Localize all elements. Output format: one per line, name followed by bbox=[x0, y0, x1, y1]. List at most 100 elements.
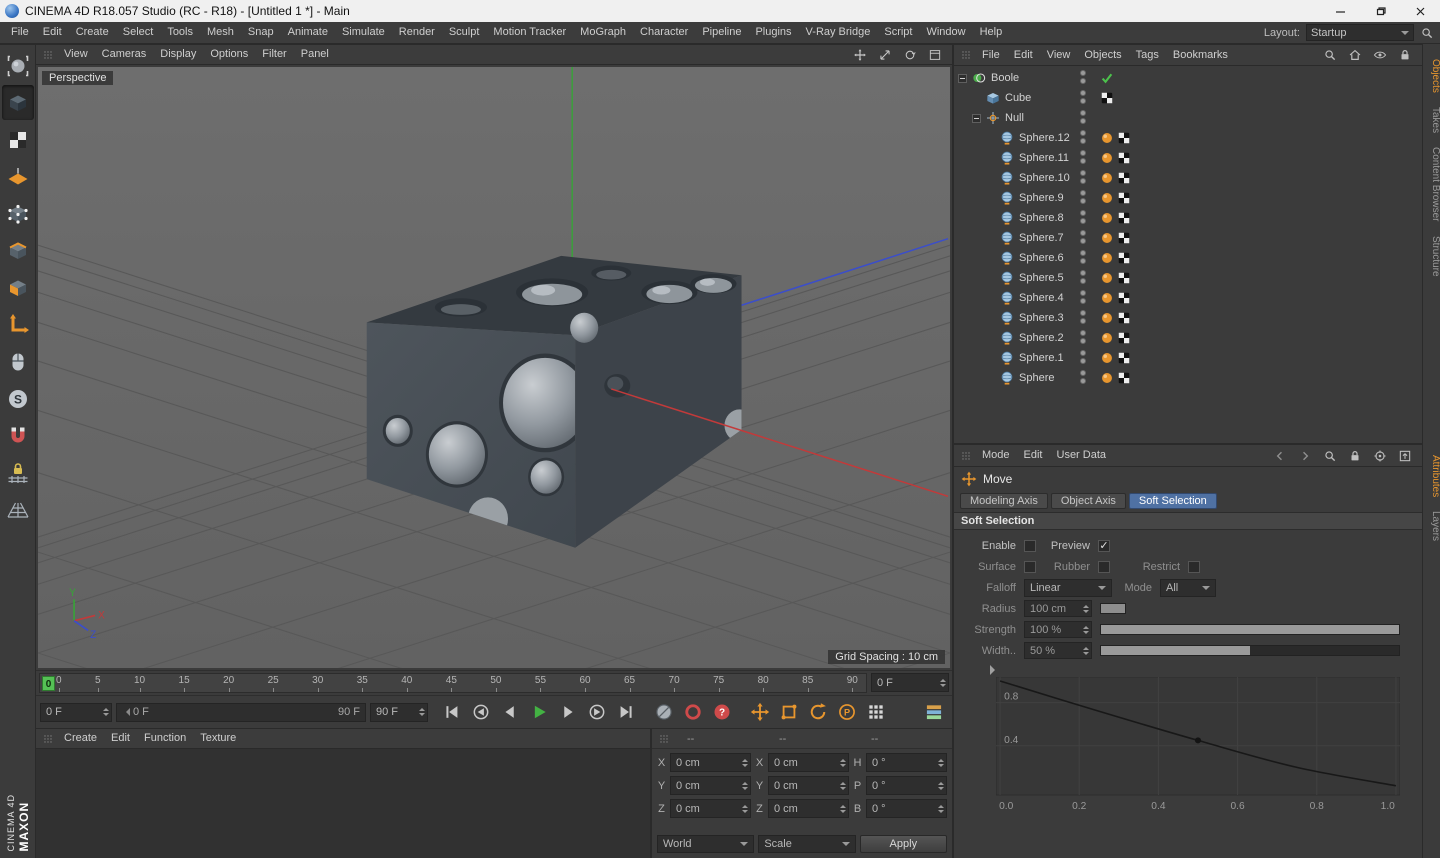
object-row-sphere-8[interactable]: Sphere.8 bbox=[954, 208, 1422, 228]
anim-autokey[interactable] bbox=[679, 699, 707, 726]
object-row-sphere-5[interactable]: Sphere.5 bbox=[954, 268, 1422, 288]
transport-prev-key[interactable] bbox=[467, 699, 495, 726]
phong-tag[interactable] bbox=[1100, 351, 1114, 365]
restrict-checkbox[interactable]: ✓ bbox=[1188, 560, 1200, 573]
om-menu-tags[interactable]: Tags bbox=[1129, 46, 1166, 65]
visibility-dots[interactable] bbox=[1080, 330, 1086, 344]
om-menu-file[interactable]: File bbox=[975, 46, 1007, 65]
texture-tag[interactable] bbox=[1117, 231, 1131, 245]
current-frame-field[interactable]: 0 F bbox=[40, 702, 112, 722]
object-row-sphere-4[interactable]: Sphere.4 bbox=[954, 288, 1422, 308]
side-tab-structure[interactable]: Structure bbox=[1423, 229, 1440, 284]
viewport-menu-cameras[interactable]: Cameras bbox=[95, 45, 154, 64]
visibility-dots[interactable] bbox=[1080, 70, 1086, 84]
spinner-arrows-icon[interactable] bbox=[1079, 623, 1089, 637]
viewport-dolly-view[interactable] bbox=[874, 46, 896, 64]
side-tab-objects[interactable]: Objects bbox=[1423, 52, 1440, 100]
current-frame-marker[interactable]: 0 bbox=[42, 676, 55, 691]
visibility-dots[interactable] bbox=[1080, 170, 1086, 184]
menu-edit[interactable]: Edit bbox=[36, 22, 69, 43]
visibility-dots[interactable] bbox=[1080, 250, 1086, 264]
palette-viewport-solo[interactable] bbox=[2, 344, 34, 379]
palette-model-mode[interactable] bbox=[1, 85, 34, 120]
menu-window[interactable]: Window bbox=[919, 22, 972, 43]
texture-tag[interactable] bbox=[1117, 291, 1131, 305]
phong-tag[interactable] bbox=[1100, 311, 1114, 325]
spinner-arrows-icon[interactable] bbox=[99, 705, 109, 719]
layout-select[interactable]: Startup bbox=[1306, 24, 1414, 41]
spinner-arrows-icon[interactable] bbox=[1079, 602, 1089, 616]
visibility-dots[interactable] bbox=[1080, 110, 1086, 124]
am-menu-user-data[interactable]: User Data bbox=[1050, 446, 1114, 465]
texture-tag[interactable] bbox=[1117, 351, 1131, 365]
phong-tag[interactable] bbox=[1100, 151, 1114, 165]
side-tab-content-browser[interactable]: Content Browser bbox=[1423, 140, 1440, 228]
menu-pipeline[interactable]: Pipeline bbox=[695, 22, 748, 43]
preview-checkbox[interactable]: ✓ bbox=[1098, 539, 1110, 552]
am-menu-mode[interactable]: Mode bbox=[975, 446, 1017, 465]
viewport-menu-view[interactable]: View bbox=[57, 45, 95, 64]
menu-select[interactable]: Select bbox=[116, 22, 161, 43]
spinner-arrows-icon[interactable] bbox=[836, 779, 846, 793]
material-menu-create[interactable]: Create bbox=[57, 729, 104, 748]
coord-header-[interactable]: -- bbox=[673, 733, 765, 745]
material-menu-texture[interactable]: Texture bbox=[193, 729, 243, 748]
visibility-dots[interactable] bbox=[1080, 370, 1086, 384]
end-frame-field[interactable]: 90 F bbox=[370, 702, 428, 722]
menu-tools[interactable]: Tools bbox=[160, 22, 200, 43]
object-row-cube[interactable]: Cube bbox=[954, 88, 1422, 108]
transport-prev-frame[interactable] bbox=[496, 699, 524, 726]
radius-slider[interactable] bbox=[1100, 603, 1126, 614]
panel-handle-icon[interactable] bbox=[658, 733, 670, 745]
anim-record-pla[interactable] bbox=[862, 699, 890, 726]
palette-edges-mode[interactable] bbox=[2, 233, 34, 268]
visibility-dots[interactable] bbox=[1080, 210, 1086, 224]
phong-tag[interactable] bbox=[1100, 331, 1114, 345]
am-forward[interactable] bbox=[1294, 447, 1316, 465]
viewport-menu-display[interactable]: Display bbox=[153, 45, 203, 64]
visibility-dots[interactable] bbox=[1080, 290, 1086, 304]
menu-script[interactable]: Script bbox=[877, 22, 919, 43]
viewport-menu-filter[interactable]: Filter bbox=[255, 45, 293, 64]
om-search[interactable] bbox=[1319, 46, 1341, 64]
texture-tag[interactable] bbox=[1117, 211, 1131, 225]
viewport-label[interactable]: Perspective bbox=[42, 71, 114, 85]
texture-tag[interactable] bbox=[1117, 331, 1131, 345]
spinner-arrows-icon[interactable] bbox=[936, 676, 946, 690]
panel-handle-icon[interactable] bbox=[42, 49, 54, 61]
viewport-canvas[interactable]: Y XZ Perspective Grid Spacing : 10 cm bbox=[38, 67, 950, 668]
menu-sculpt[interactable]: Sculpt bbox=[442, 22, 487, 43]
palette-workplane-mode[interactable] bbox=[2, 159, 34, 194]
menu-help[interactable]: Help bbox=[973, 22, 1010, 43]
anim-key-presets[interactable] bbox=[920, 699, 948, 726]
object-row-boole[interactable]: Boole bbox=[954, 68, 1422, 88]
visibility-dots[interactable] bbox=[1080, 150, 1086, 164]
phong-tag[interactable] bbox=[1100, 211, 1114, 225]
spinner-arrows-icon[interactable] bbox=[415, 705, 425, 719]
panel-handle-icon[interactable] bbox=[960, 49, 972, 61]
close-button[interactable] bbox=[1400, 0, 1440, 22]
visibility-dots[interactable] bbox=[1080, 230, 1086, 244]
coord-header-[interactable]: -- bbox=[857, 733, 949, 745]
anim-question[interactable]: ? bbox=[708, 699, 736, 726]
frame-field[interactable]: 0 F bbox=[871, 673, 949, 692]
palette-texture-mode[interactable] bbox=[2, 122, 34, 157]
viewport-menu-panel[interactable]: Panel bbox=[294, 45, 336, 64]
object-row-sphere[interactable]: Sphere bbox=[954, 368, 1422, 388]
phong-tag[interactable] bbox=[1100, 271, 1114, 285]
menu-create[interactable]: Create bbox=[69, 22, 116, 43]
visibility-dots[interactable] bbox=[1080, 130, 1086, 144]
spinner-arrows-icon[interactable] bbox=[836, 802, 846, 816]
om-eye[interactable] bbox=[1369, 46, 1391, 64]
visibility-dots[interactable] bbox=[1080, 90, 1086, 104]
anim-record-scale[interactable] bbox=[775, 699, 803, 726]
apply-button[interactable]: Apply bbox=[859, 835, 947, 853]
am-lock[interactable] bbox=[1344, 447, 1366, 465]
transport-next-key[interactable] bbox=[583, 699, 611, 726]
object-row-sphere-7[interactable]: Sphere.7 bbox=[954, 228, 1422, 248]
coordinate-mode-select[interactable]: Scale bbox=[758, 835, 856, 853]
palette-snap-settings[interactable]: S bbox=[2, 381, 34, 416]
panel-handle-icon[interactable] bbox=[960, 450, 972, 462]
panel-handle-icon[interactable] bbox=[42, 733, 54, 745]
expander-icon[interactable] bbox=[972, 113, 981, 123]
